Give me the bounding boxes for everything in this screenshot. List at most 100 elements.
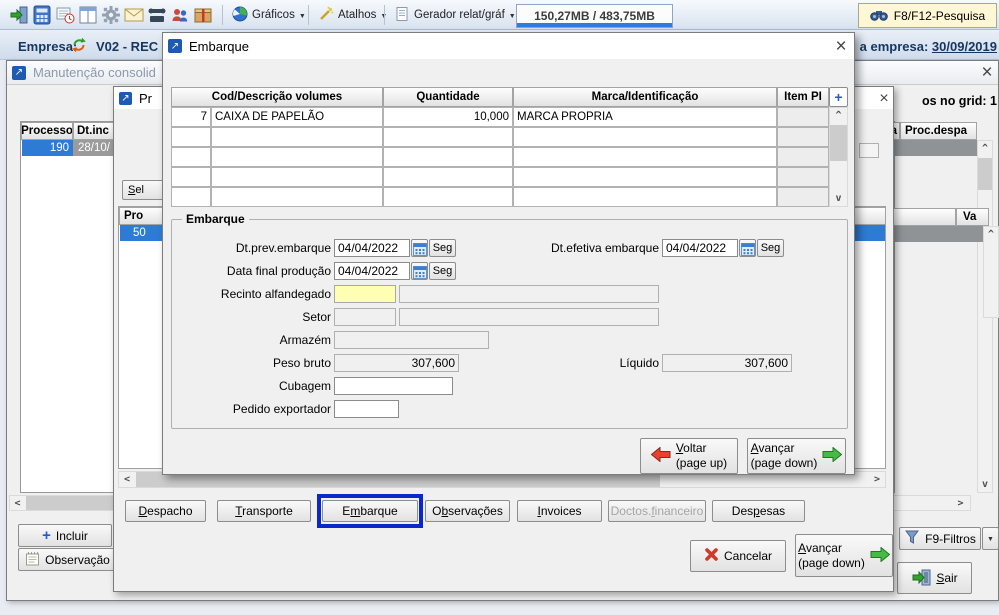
settings-gear-icon[interactable] xyxy=(100,4,122,26)
cell-code[interactable] xyxy=(171,187,211,207)
scroll-left-icon[interactable]: < xyxy=(10,496,25,510)
dt-prev-input[interactable]: 04/04/2022 xyxy=(334,239,410,257)
cell-brand[interactable] xyxy=(513,187,777,207)
document-icon xyxy=(394,6,410,25)
avancar-page-button[interactable]: Avançar (page down) xyxy=(795,534,893,577)
cell-description[interactable] xyxy=(211,167,383,187)
cell-quantity[interactable] xyxy=(383,167,513,187)
cell-quantity[interactable]: 10,000 xyxy=(383,107,513,127)
cell-brand[interactable] xyxy=(513,147,777,167)
dt-efetiva-calendar-button[interactable] xyxy=(739,239,756,257)
col-header-item-pi[interactable]: Item PI xyxy=(777,87,829,107)
selecionar-label: Sel xyxy=(128,184,144,196)
tab-observacoes[interactable]: Observações xyxy=(425,500,510,522)
chevron-down-icon: ▼ xyxy=(987,534,994,543)
close-icon[interactable]: × xyxy=(876,92,892,106)
pedido-exportador-input[interactable] xyxy=(334,400,399,418)
cancelar-button[interactable]: Cancelar xyxy=(690,540,786,572)
dt-efetiva-weekday[interactable]: Seg xyxy=(757,239,784,257)
grid2-header-va[interactable]: Va xyxy=(956,208,989,226)
col-header-procdespa[interactable]: Proc.despa xyxy=(900,122,977,140)
recinto-label: Recinto alfandegado xyxy=(171,287,331,301)
layout-icon[interactable] xyxy=(77,4,99,26)
mail-icon[interactable] xyxy=(123,4,145,26)
cell-quantity[interactable] xyxy=(383,187,513,207)
tab-transporte[interactable]: Transporte xyxy=(217,500,311,522)
add-row-button[interactable]: + xyxy=(829,87,848,107)
tab-despacho[interactable]: Despacho xyxy=(125,500,206,522)
cell-description[interactable] xyxy=(211,127,383,147)
tab-embarque[interactable]: Embarque xyxy=(322,500,418,522)
tab-invoices[interactable]: Invoices xyxy=(517,500,602,522)
col-header-quantidade[interactable]: Quantidade xyxy=(383,87,513,107)
scroll-up-icon[interactable]: ^ xyxy=(830,108,847,123)
cell-quantity[interactable] xyxy=(383,127,513,147)
cell-code[interactable] xyxy=(171,147,211,167)
tab-despesas[interactable]: Despesas xyxy=(712,500,805,522)
scroll-down-icon[interactable]: v xyxy=(830,191,847,206)
empresa-label: Empresa: xyxy=(18,39,77,54)
col-header-cod-descricao[interactable]: Cod/Descrição volumes xyxy=(171,87,383,107)
search-button[interactable]: F8/F12-Pesquisa xyxy=(858,3,997,28)
cell-description[interactable] xyxy=(211,187,383,207)
armazem-input[interactable] xyxy=(334,331,489,349)
toolbar-separator xyxy=(308,5,309,25)
cell-processo[interactable]: 190 xyxy=(22,140,73,156)
sair-button[interactable]: Sair xyxy=(897,562,972,594)
avancar-button[interactable]: Avançar (page down) xyxy=(747,438,846,474)
cell-brand[interactable] xyxy=(513,127,777,147)
menu-graficos[interactable]: Gráficos ▼ xyxy=(228,4,310,26)
cell-code[interactable] xyxy=(171,127,211,147)
observacao-button[interactable]: Observação xyxy=(18,548,117,571)
exit-icon[interactable] xyxy=(8,4,30,26)
voltar-button[interactable]: Voltar (page up) xyxy=(640,438,738,474)
cell-processo[interactable]: 50 xyxy=(133,227,146,239)
exit-door-icon xyxy=(911,568,931,589)
cell-code[interactable]: 7 xyxy=(171,107,211,127)
menu-atalhos[interactable]: Atalhos ▼ xyxy=(314,4,391,26)
dt-prev-weekday[interactable]: Seg xyxy=(429,239,456,257)
scrollbar-thumb[interactable] xyxy=(830,125,847,161)
package-icon[interactable] xyxy=(192,4,214,26)
cell-dtinc[interactable]: 28/10/ xyxy=(78,142,110,154)
scroll-up-icon[interactable]: ^ xyxy=(978,141,992,156)
pie-chart-icon xyxy=(232,6,248,25)
scrollbar-thumb[interactable] xyxy=(26,496,118,510)
phone-icon[interactable] xyxy=(146,4,168,26)
calculator-icon[interactable] xyxy=(31,4,53,26)
col-header-processo[interactable]: Processo xyxy=(21,122,73,140)
scroll-left-icon[interactable]: < xyxy=(119,472,135,487)
incluir-button[interactable]: + Incluir xyxy=(18,524,112,547)
setor-code-input[interactable] xyxy=(334,308,396,326)
scroll-right-icon[interactable]: > xyxy=(869,472,885,487)
sair-label: Sair xyxy=(936,571,957,585)
scroll-right-icon[interactable]: > xyxy=(953,496,968,510)
dt-prev-calendar-button[interactable] xyxy=(411,239,428,257)
scroll-down-icon[interactable]: v xyxy=(978,477,992,492)
cell-brand[interactable]: MARCA PROPRIA xyxy=(513,107,777,127)
chevron-down-icon: ▼ xyxy=(299,11,306,20)
cell-code[interactable] xyxy=(171,167,211,187)
close-icon[interactable]: × xyxy=(979,66,995,80)
cell-quantity[interactable] xyxy=(383,147,513,167)
schedule-icon[interactable] xyxy=(54,4,76,26)
close-icon[interactable]: × xyxy=(833,40,849,54)
toolbar-separator xyxy=(384,5,385,25)
dt-efetiva-input[interactable]: 04/04/2022 xyxy=(662,239,738,257)
data-final-input[interactable]: 04/04/2022 xyxy=(334,262,410,280)
refresh-icon[interactable] xyxy=(70,36,88,57)
data-final-weekday[interactable]: Seg xyxy=(429,262,456,280)
cell-description[interactable] xyxy=(211,147,383,167)
cell-brand[interactable] xyxy=(513,167,777,187)
data-final-calendar-button[interactable] xyxy=(411,262,428,280)
recinto-code-input[interactable] xyxy=(334,285,396,303)
scrollbar-thumb[interactable] xyxy=(978,158,992,190)
users-icon[interactable] xyxy=(169,4,191,26)
menu-gerador[interactable]: Gerador relat/gráf ▼ xyxy=(390,4,520,26)
cell-description[interactable]: CAIXA DE PAPELÃO xyxy=(211,107,383,127)
f9-filtros-button[interactable]: F9-Filtros xyxy=(899,527,981,550)
col-header-marca[interactable]: Marca/Identificação xyxy=(513,87,777,107)
scroll-up-icon[interactable]: ^ xyxy=(984,227,998,242)
cubagem-input[interactable] xyxy=(334,377,453,395)
f9-filtros-dropdown[interactable]: ▼ xyxy=(982,527,999,550)
